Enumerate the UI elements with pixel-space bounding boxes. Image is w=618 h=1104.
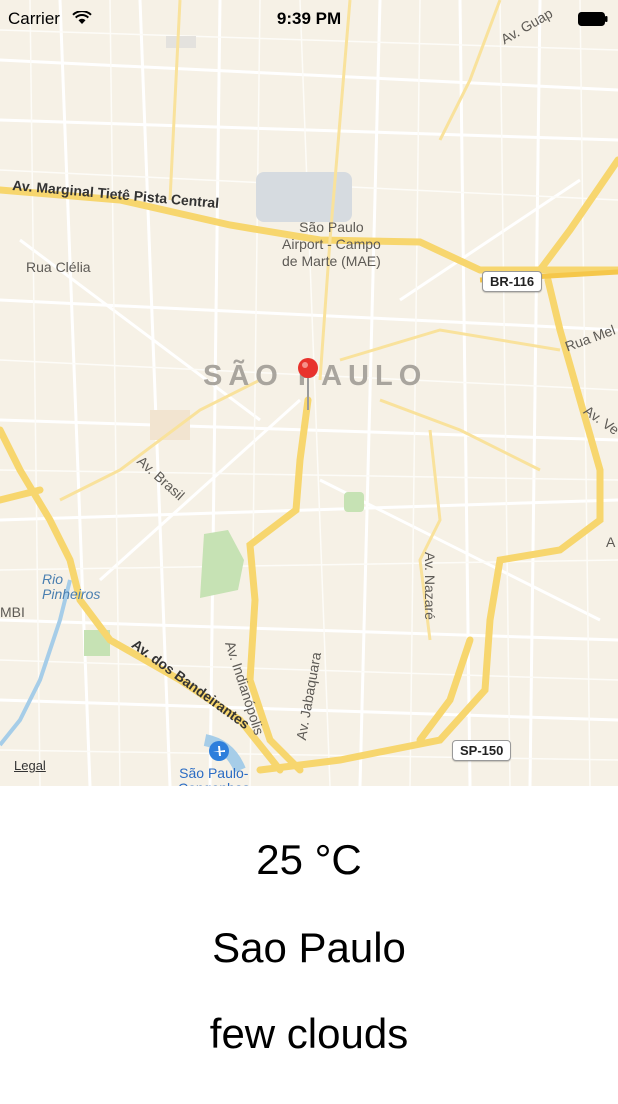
map-label-mbi: MBI [0, 604, 25, 620]
map-view[interactable]: Carrier 9:39 PM SÃO PAULO Av. Marginal T… [0, 0, 618, 786]
status-time: 9:39 PM [276, 9, 342, 28]
road-shield-sp150: SP-150 [452, 740, 512, 761]
city-name-label: Sao Paulo [212, 924, 406, 971]
road-shield-br116: BR-116 [482, 271, 543, 292]
battery-icon [578, 11, 608, 31]
airport-icon [208, 740, 230, 767]
map-label-rio-pinheiros: Rio Pinheiros [42, 571, 101, 602]
location-pin-icon[interactable] [296, 356, 320, 417]
map-label-av-nazare: Av. Nazaré [421, 552, 438, 620]
status-bar: Carrier 9:39 PM [0, 0, 618, 38]
legal-link[interactable]: Legal [14, 758, 46, 773]
temperature-label: 25 °C [256, 836, 362, 883]
weather-description-label: few clouds [209, 1010, 409, 1057]
map-label-airport-cgh: São Paulo- Congonhas [178, 765, 250, 787]
map-label-airport-mae: São Paulo Airport - Campo de Marte (MAE) [282, 219, 381, 269]
map-label-edge-a: A [606, 534, 616, 550]
map-label-rua-clelia: Rua Clélia [26, 259, 91, 275]
